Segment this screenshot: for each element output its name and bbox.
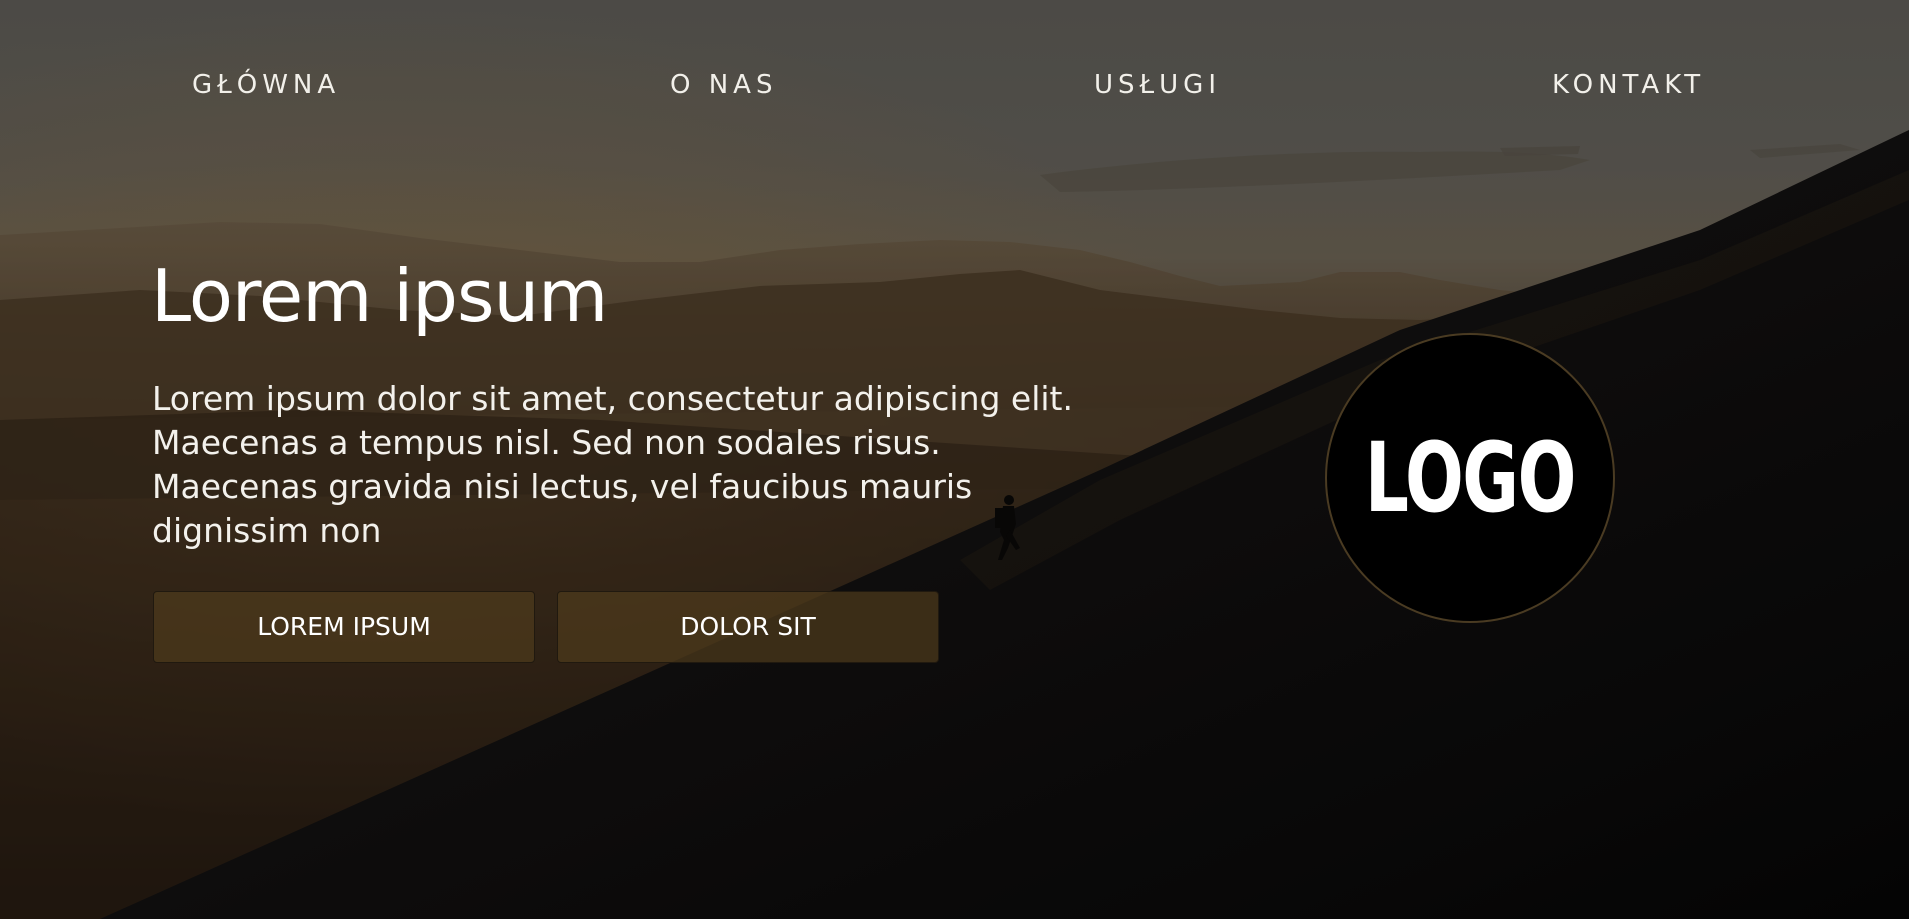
nav-item-uslugi[interactable]: USŁUGI	[1094, 70, 1221, 100]
logo-badge: LOGO	[1325, 333, 1615, 623]
logo-text: LOGO	[1364, 422, 1577, 534]
hero-section: GŁÓWNA O NAS USŁUGI KONTAKT Lorem ipsum …	[0, 0, 1909, 919]
nav-item-glowna[interactable]: GŁÓWNA	[192, 70, 340, 100]
nav-item-kontakt[interactable]: KONTAKT	[1552, 70, 1705, 100]
hero-title: Lorem ipsum	[151, 254, 608, 338]
nav-item-o-nas[interactable]: O NAS	[670, 70, 777, 100]
lorem-ipsum-button[interactable]: LOREM IPSUM	[153, 591, 535, 663]
dolor-sit-button[interactable]: DOLOR SIT	[557, 591, 939, 663]
hero-description: Lorem ipsum dolor sit amet, consectetur …	[152, 379, 1073, 550]
main-navigation: GŁÓWNA O NAS USŁUGI KONTAKT	[0, 70, 1909, 106]
